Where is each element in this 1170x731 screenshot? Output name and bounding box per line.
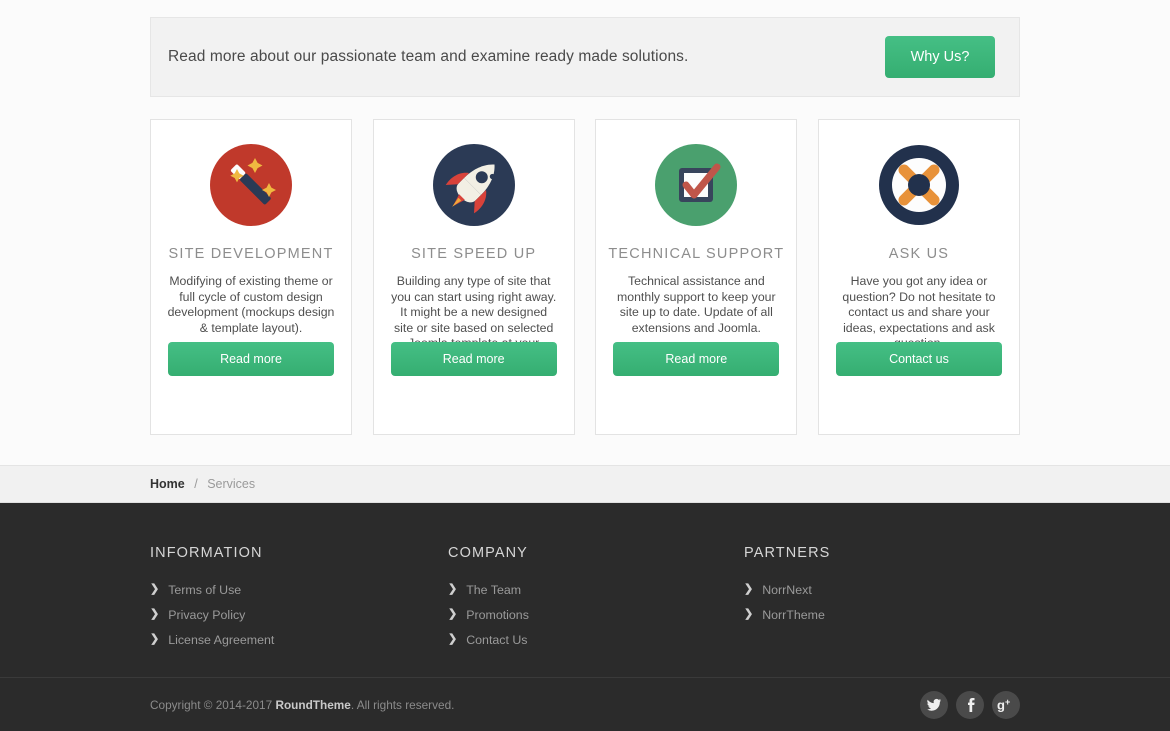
contact-us-button[interactable]: Contact us	[835, 342, 1002, 376]
twitter-icon[interactable]	[920, 690, 948, 719]
read-more-button[interactable]: Read more	[613, 342, 780, 376]
footer-link-the-team[interactable]: ❯ The Team	[448, 577, 744, 602]
card-button-wrap: Read more	[374, 342, 574, 376]
page-root: Read more about our passionate team and …	[0, 0, 1170, 731]
chevron-right-icon: ❯	[448, 583, 458, 595]
card-button-wrap: Contact us	[819, 342, 1019, 376]
footer-link-label: Promotions	[466, 607, 529, 622]
card-description: Have you got any idea or question? Do no…	[842, 274, 996, 350]
card-description: Modifying of existing theme or full cycl…	[167, 274, 335, 335]
footer-link-privacy-policy[interactable]: ❯ Privacy Policy	[150, 602, 448, 627]
copyright-brand: RoundTheme	[275, 697, 351, 712]
service-card[interactable]: TECHNICAL SUPPORT Technical assistance a…	[595, 119, 798, 435]
breadcrumb-separator: /	[194, 477, 198, 491]
footer-columns: INFORMATION ❯ Terms of Use ❯ Privacy Pol…	[150, 545, 1020, 652]
chevron-right-icon: ❯	[150, 633, 160, 645]
social-links: g +	[920, 690, 1020, 719]
footer-link-label: License Agreement	[168, 632, 275, 647]
service-card[interactable]: ASK US Have you got any idea or question…	[817, 119, 1020, 435]
rocket-icon	[432, 144, 515, 226]
chevron-right-icon: ❯	[744, 583, 754, 595]
footer-column-title: COMPANY	[448, 545, 528, 561]
footer-link-norrnext[interactable]: ❯ NorrNext	[744, 577, 1020, 602]
copyright-text: Copyright © 2014-2017 RoundTheme. All ri…	[150, 698, 454, 712]
chevron-right-icon: ❯	[744, 608, 754, 620]
footer-column-company: COMPANY ❯ The Team ❯ Promotions ❯ Contac…	[448, 545, 744, 652]
read-more-button[interactable]: Read more	[390, 342, 557, 376]
footer-link-label: NorrNext	[762, 582, 812, 597]
copyright-suffix: . All rights reserved.	[350, 697, 455, 712]
card-title: SITE DEVELOPMENT	[168, 246, 334, 262]
card-description: Technical assistance and monthly support…	[617, 274, 776, 335]
footer-bottom-bar: Copyright © 2014-2017 RoundTheme. All ri…	[0, 677, 1170, 731]
footer-link-contact-us[interactable]: ❯ Contact Us	[448, 627, 744, 652]
footer-link-norrtheme[interactable]: ❯ NorrTheme	[744, 602, 1020, 627]
svg-text:+: +	[1005, 697, 1010, 707]
breadcrumb-current: Services	[207, 477, 256, 491]
life-ring-icon	[878, 144, 960, 226]
card-title: ASK US	[888, 246, 950, 262]
card-button-wrap: Read more	[151, 342, 351, 376]
footer-link-label: Privacy Policy	[168, 607, 246, 622]
magic-wand-icon	[210, 144, 292, 226]
breadcrumb-home-link[interactable]: Home	[150, 477, 185, 491]
why-us-button[interactable]: Why Us?	[885, 36, 995, 78]
footer-link-label: Terms of Use	[168, 582, 242, 597]
chevron-right-icon: ❯	[150, 583, 160, 595]
footer-main: INFORMATION ❯ Terms of Use ❯ Privacy Pol…	[0, 503, 1170, 677]
footer-link-license-agreement[interactable]: ❯ License Agreement	[150, 627, 448, 652]
footer-link-label: NorrTheme	[762, 607, 825, 622]
footer-column-title: PARTNERS	[744, 545, 831, 561]
footer-link-terms-of-use[interactable]: ❯ Terms of Use	[150, 577, 448, 602]
google-plus-icon[interactable]: g +	[992, 690, 1020, 719]
svg-text:g: g	[997, 697, 1005, 712]
chevron-right-icon: ❯	[448, 608, 458, 620]
read-more-button[interactable]: Read more	[168, 342, 334, 376]
facebook-icon[interactable]	[956, 690, 984, 719]
breadcrumb-bar: Home / Services	[0, 465, 1170, 503]
service-card[interactable]: SITE DEVELOPMENT Modifying of existing t…	[150, 119, 352, 435]
footer-column-information: INFORMATION ❯ Terms of Use ❯ Privacy Pol…	[150, 545, 448, 652]
footer: INFORMATION ❯ Terms of Use ❯ Privacy Pol…	[0, 503, 1170, 731]
card-button-wrap: Read more	[596, 342, 796, 376]
card-title: SITE SPEED UP	[411, 246, 537, 262]
footer-link-promotions[interactable]: ❯ Promotions	[448, 602, 744, 627]
footer-bottom-inner: Copyright © 2014-2017 RoundTheme. All ri…	[150, 690, 1020, 719]
cta-text: Read more about our passionate team and …	[168, 48, 689, 65]
footer-link-label: The Team	[466, 582, 522, 597]
card-title: TECHNICAL SUPPORT	[608, 246, 785, 262]
footer-link-label: Contact Us	[466, 632, 528, 647]
service-cards: SITE DEVELOPMENT Modifying of existing t…	[150, 119, 1020, 435]
chevron-right-icon: ❯	[448, 633, 458, 645]
content-area: Read more about our passionate team and …	[0, 0, 1170, 465]
chevron-right-icon: ❯	[150, 608, 160, 620]
checkbox-check-icon	[655, 144, 738, 226]
copyright-prefix: Copyright © 2014-2017	[150, 697, 276, 712]
service-card[interactable]: SITE SPEED UP Building any type of site …	[372, 119, 575, 435]
cta-banner: Read more about our passionate team and …	[150, 17, 1020, 97]
cta-container: Read more about our passionate team and …	[150, 17, 1020, 97]
footer-column-partners: PARTNERS ❯ NorrNext ❯ NorrTheme	[744, 545, 1020, 652]
footer-column-title: INFORMATION	[150, 545, 263, 561]
breadcrumb: Home / Services	[150, 477, 1020, 491]
